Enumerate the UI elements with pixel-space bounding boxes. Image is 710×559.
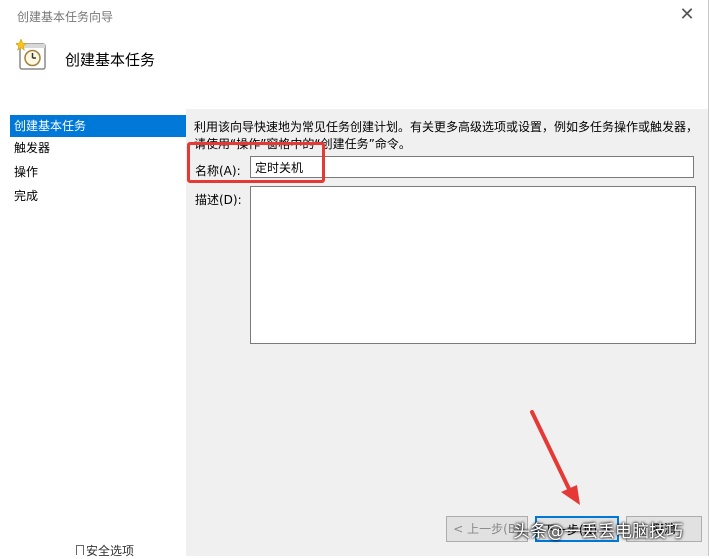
close-icon[interactable]: ✕	[676, 3, 698, 27]
window-border	[708, 0, 709, 556]
annotation-highlight-box	[187, 142, 325, 183]
wizard-header: 创建基本任务	[0, 32, 708, 109]
description-label: 描述(D):	[195, 193, 242, 207]
step-create-basic-task[interactable]: 创建基本任务	[10, 115, 186, 137]
description-textarea[interactable]	[250, 186, 696, 344]
background-text: 安全选项	[86, 544, 135, 558]
clock-task-icon	[16, 39, 46, 70]
window-title: 创建基本任务向导	[17, 10, 114, 24]
wizard-steps: 创建基本任务 触发器 操作 完成	[0, 109, 186, 556]
step-action[interactable]: 操作	[10, 161, 186, 183]
background-checkbox	[76, 545, 84, 555]
page-heading: 创建基本任务	[65, 51, 156, 69]
step-finish[interactable]: 完成	[10, 185, 186, 207]
step-trigger[interactable]: 触发器	[10, 137, 186, 159]
watermark-text: 头条@一丢丢电脑技巧	[513, 522, 683, 542]
title-bar: 创建基本任务向导 ✕	[0, 0, 710, 32]
